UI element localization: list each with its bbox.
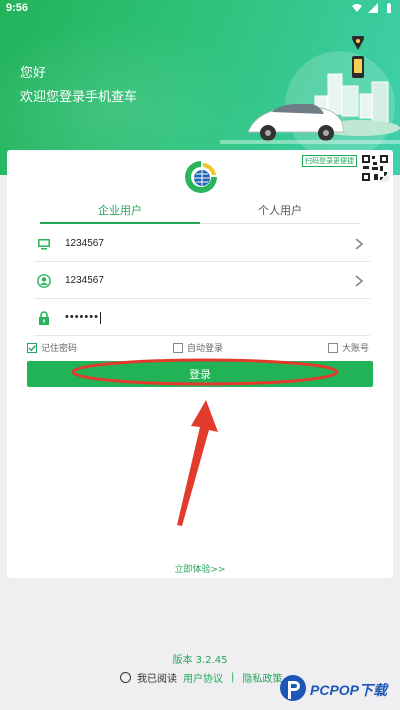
app-version: 版本 3.2.45 bbox=[172, 655, 228, 666]
greeting-text: 您好 bbox=[20, 66, 47, 81]
user-agreement-link[interactable]: 用户协议 bbox=[183, 670, 223, 685]
agree-radio[interactable] bbox=[120, 671, 131, 683]
big-account-label: 大账号 bbox=[342, 344, 370, 354]
checkmark-icon bbox=[28, 344, 37, 351]
pcpop-logo-icon bbox=[280, 675, 306, 701]
password-field[interactable]: ••••••• bbox=[34, 300, 370, 336]
username-value: 1234567 bbox=[65, 275, 104, 286]
try-now-link[interactable]: 立即体验>> bbox=[7, 562, 393, 575]
pcpop-watermark: PCPOP下载 bbox=[278, 672, 387, 708]
auto-login-option[interactable]: 自动登录 bbox=[173, 341, 223, 354]
welcome-text: 欢迎您登录手机查车 bbox=[20, 90, 138, 105]
watermark-text: PCPOP下载 bbox=[310, 682, 388, 698]
city-car-illustration bbox=[220, 36, 400, 156]
monitor-icon bbox=[38, 238, 50, 249]
agreement-row: 我已阅读 用户协议 | 隐私政策 bbox=[120, 670, 282, 685]
big-account-checkbox[interactable] bbox=[328, 342, 338, 353]
app-logo-icon bbox=[185, 161, 217, 193]
remember-password-label: 记住密码 bbox=[41, 344, 78, 354]
header-banner: 9:56 您好 欢迎您登录手机查车 bbox=[0, 0, 400, 175]
login-card: 扫码登录更便捷 企业用户 个人用户 1234567 1234567 ••••••… bbox=[7, 150, 393, 578]
agree-label: 我已阅读 bbox=[137, 673, 177, 685]
lock-icon bbox=[39, 310, 49, 325]
status-bar: 9:56 bbox=[0, 0, 400, 16]
agreement-separator: | bbox=[231, 671, 235, 683]
account-value: 1234567 bbox=[65, 238, 104, 249]
privacy-policy-link[interactable]: 隐私政策 bbox=[242, 670, 282, 685]
auto-login-label: 自动登录 bbox=[187, 344, 224, 354]
tab-active-indicator bbox=[40, 222, 200, 224]
chevron-right-icon[interactable] bbox=[354, 274, 364, 287]
account-field[interactable]: 1234567 bbox=[34, 226, 370, 262]
wifi-icon bbox=[352, 4, 362, 12]
signal-icon bbox=[368, 3, 378, 13]
password-value: ••••••• bbox=[65, 311, 99, 324]
big-account-option[interactable]: 大账号 bbox=[328, 341, 369, 354]
username-field[interactable]: 1234567 bbox=[34, 263, 370, 299]
login-button[interactable]: 登录 bbox=[27, 361, 373, 387]
text-caret bbox=[99, 311, 101, 324]
login-options: 记住密码 自动登录 大账号 bbox=[27, 341, 379, 355]
battery-icon bbox=[387, 3, 391, 13]
auto-login-checkbox[interactable] bbox=[173, 342, 183, 353]
chevron-right-icon[interactable] bbox=[354, 237, 364, 250]
status-time: 9:56 bbox=[6, 2, 29, 14]
qr-code-icon[interactable] bbox=[361, 154, 389, 182]
user-icon bbox=[37, 273, 51, 288]
scan-login-hint[interactable]: 扫码登录更便捷 bbox=[302, 155, 357, 167]
remember-password-checkbox[interactable] bbox=[27, 342, 37, 353]
remember-password-option[interactable]: 记住密码 bbox=[27, 341, 77, 354]
